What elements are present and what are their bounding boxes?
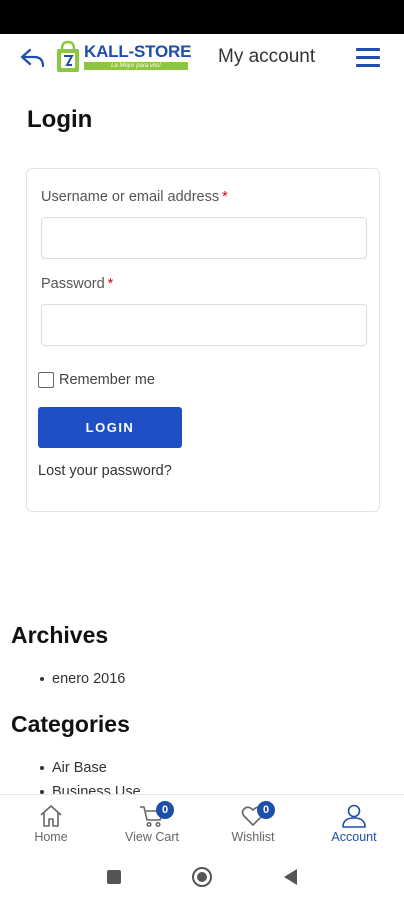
- wishlist-count-badge: 0: [257, 801, 275, 819]
- app-header: KALL-STORE La Mejor para vos! My account: [0, 34, 404, 82]
- nav-view-cart-label: View Cart: [125, 830, 179, 844]
- page-title: Login: [27, 106, 93, 133]
- required-mark: *: [222, 189, 228, 205]
- archive-item[interactable]: enero 2016: [40, 668, 125, 692]
- archives-title: Archives: [11, 622, 109, 648]
- nav-view-cart[interactable]: 0 View Cart: [112, 795, 192, 855]
- remember-me-row[interactable]: Remember me: [38, 372, 155, 388]
- store-logo[interactable]: KALL-STORE La Mejor para vos!: [54, 40, 192, 76]
- nav-wishlist[interactable]: 0 Wishlist: [213, 795, 293, 855]
- logo-text: KALL-STORE: [84, 42, 192, 61]
- nav-account[interactable]: Account: [314, 795, 394, 855]
- back-arrow-icon[interactable]: [18, 44, 48, 72]
- password-input[interactable]: [41, 304, 367, 346]
- required-mark: *: [107, 276, 114, 292]
- home-icon: [40, 805, 62, 827]
- username-label: Username or email address *: [41, 189, 228, 205]
- square-recents-icon[interactable]: [106, 869, 122, 890]
- lost-password-link[interactable]: Lost your password?: [38, 463, 172, 479]
- logo-slogan: La Mejor para vos!: [84, 62, 188, 70]
- category-item[interactable]: Air Base: [40, 757, 141, 781]
- username-input[interactable]: [41, 217, 367, 259]
- hamburger-menu-icon[interactable]: [356, 48, 380, 68]
- nav-wishlist-label: Wishlist: [231, 830, 275, 844]
- header-title: My account: [218, 46, 316, 67]
- username-label-text: Username or email address: [41, 189, 220, 205]
- archives-list: enero 2016: [40, 668, 125, 692]
- categories-list: Air Base Business Use: [40, 757, 141, 794]
- password-label: Password *: [41, 276, 113, 292]
- password-label-text: Password: [41, 276, 105, 292]
- status-bar: [0, 0, 404, 34]
- nav-home-label: Home: [34, 830, 68, 844]
- circle-home-icon[interactable]: [191, 866, 213, 893]
- login-form: Username or email address * Password * Rem…: [26, 168, 380, 512]
- nav-account-label: Account: [331, 830, 377, 844]
- cart-count-badge: 0: [156, 801, 174, 819]
- user-icon: [342, 804, 366, 828]
- bottom-nav: Home 0 View Cart 0 Wishlist Account: [0, 794, 404, 854]
- triangle-back-icon[interactable]: [282, 868, 298, 891]
- remember-me-checkbox[interactable]: [38, 372, 54, 388]
- nav-home[interactable]: Home: [11, 795, 91, 855]
- shopping-bag-icon: [57, 40, 79, 72]
- login-button[interactable]: LOGIN: [38, 407, 182, 448]
- remember-me-label[interactable]: Remember me: [59, 372, 155, 388]
- category-item[interactable]: Business Use: [40, 781, 141, 794]
- system-nav-bar: [0, 854, 404, 900]
- categories-title: Categories: [11, 711, 130, 737]
